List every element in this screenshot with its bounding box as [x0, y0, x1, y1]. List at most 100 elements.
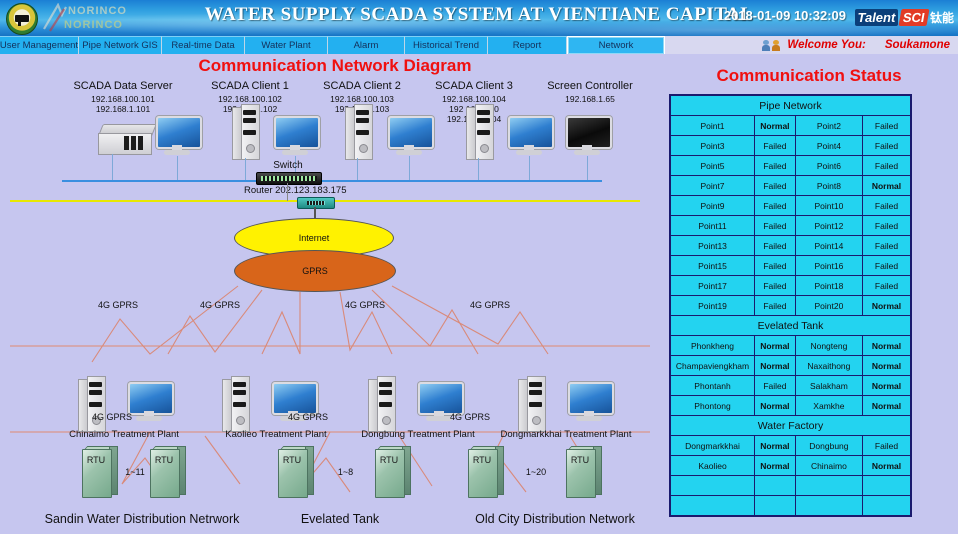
- nav-tab-real-time-data[interactable]: Real-time Data: [162, 36, 245, 54]
- droplink-3: [245, 158, 246, 180]
- status-cell-n1: Phontong: [670, 395, 755, 416]
- status-cell-s1: Failed: [754, 155, 796, 176]
- status-cell-s1: Normal: [754, 455, 796, 476]
- status-cell-s1: Failed: [754, 275, 796, 296]
- status-cell-s2: Failed: [861, 255, 912, 276]
- users-icon: [762, 39, 782, 52]
- status-cell-s2: Failed: [861, 155, 912, 176]
- rtu-label-2: RTU: [282, 455, 302, 465]
- device-plant-kaolieo: [222, 376, 250, 432]
- device-scada-client-1: [232, 104, 260, 160]
- nav-tab-pipe-network-gis[interactable]: Pipe Network GIS: [79, 36, 162, 54]
- status-cell-n1: Point13: [670, 235, 755, 256]
- nav-tab-historical-trend[interactable]: Historical Trend: [405, 36, 488, 54]
- status-cell-s1: [754, 475, 796, 496]
- device-switch: [256, 172, 322, 185]
- droplink-9: [587, 156, 588, 180]
- status-cell-s2: [861, 475, 912, 496]
- status-row: Phontong Normal Xamkhe Normal: [670, 395, 912, 416]
- status-cell-n2: [794, 495, 863, 516]
- status-cell-n1: Phontanh: [670, 375, 755, 396]
- device-rtu-5: RTU: [566, 446, 602, 498]
- status-cell-n1: Point3: [670, 135, 755, 156]
- nav-tab-water-plant[interactable]: Water Plant: [245, 36, 328, 54]
- status-cell-s2: Failed: [861, 435, 912, 456]
- node-label-4: Screen Controller: [547, 80, 633, 92]
- status-cell-s1: Failed: [754, 295, 796, 316]
- main-navigation-bar: User Management Pipe Network GIS Real-time…: [0, 36, 958, 55]
- status-section-header: Evelated Tank: [670, 315, 911, 336]
- gprs-label-lower-1: 4G GPRS: [287, 412, 328, 422]
- node-ip-2-0: 192.168.100.103: [330, 94, 394, 104]
- status-cell-n2: Point6: [794, 155, 863, 176]
- status-cell-n1: Dongmarkkhai: [670, 435, 755, 456]
- status-cell-n1: Point17: [670, 275, 755, 296]
- status-cell-s1: Failed: [754, 195, 796, 216]
- device-screen-controller: [566, 116, 612, 156]
- nav-tab-report[interactable]: Report: [488, 36, 567, 54]
- communication-status-panel: Pipe Network Point1 Normal Point2 Failed Poin…: [669, 94, 912, 517]
- switch-to-wan-link: [287, 183, 288, 201]
- nav-user-area: Welcome You: Soukamone: [630, 36, 958, 54]
- device-rtu-3: RTU: [375, 446, 411, 498]
- logged-in-username: Soukamone: [884, 39, 950, 51]
- status-cell-n2: [794, 475, 863, 496]
- status-cell-n2: Salakham: [794, 375, 863, 396]
- status-cell-n2: Naxaithong: [794, 355, 863, 376]
- status-cell-s2: Failed: [861, 215, 912, 236]
- rtu-range-label-2: 1~20: [525, 467, 547, 477]
- status-cell-n2: Point8: [794, 175, 863, 196]
- device-scada-data-server: [98, 124, 157, 155]
- status-cell-s2: Failed: [861, 135, 912, 156]
- status-row: Phonkheng Normal Nongteng Normal: [670, 335, 912, 356]
- rtu-label-4: RTU: [472, 455, 492, 465]
- status-cell-n2: Point20: [794, 295, 863, 316]
- status-cell-n1: [670, 475, 755, 496]
- droplink-6: [409, 156, 410, 180]
- nav-tab-user-management[interactable]: User Management: [0, 36, 79, 54]
- status-row: Point7 Failed Point8 Normal: [670, 175, 912, 196]
- status-section-header: Water Factory: [670, 415, 911, 436]
- device-router: [297, 197, 335, 209]
- router-label: Router 202.123.183.175: [244, 185, 347, 196]
- status-cell-n1: Point15: [670, 255, 755, 276]
- status-cell-n2: Dongbung: [794, 435, 863, 456]
- droplink-7: [478, 158, 479, 180]
- status-cell-s1: Failed: [754, 175, 796, 196]
- status-row: Point11 Failed Point12 Failed: [670, 215, 912, 236]
- status-cell-n2: Nongteng: [794, 335, 863, 356]
- status-cell-s2: [861, 495, 912, 516]
- status-cell-s2: Failed: [861, 195, 912, 216]
- welcome-label: Welcome You:: [787, 39, 866, 51]
- status-cell-n1: Kaolieo: [670, 455, 755, 476]
- plant-label-2: Dongbung Treatment Plant: [361, 429, 475, 440]
- rtu-label-1: RTU: [154, 455, 174, 465]
- rtu-range-label-1: 1~8: [337, 467, 354, 477]
- status-row: Point3 Failed Point4 Failed: [670, 135, 912, 156]
- nav-tab-list: User Management Pipe Network GIS Real-time…: [0, 36, 665, 55]
- status-cell-s1: Normal: [754, 355, 796, 376]
- status-row: Phontanh Failed Salakham Normal: [670, 375, 912, 396]
- status-cell-s1: [754, 495, 796, 516]
- node-label-3: SCADA Client 3: [435, 80, 513, 92]
- status-cell-s1: Normal: [754, 435, 796, 456]
- status-cell-n2: Chinaimo: [794, 455, 863, 476]
- monitor-scada-client-3: [508, 116, 554, 156]
- monitor-plant-dongmarkkhai: [568, 382, 614, 422]
- status-cell-s2: Failed: [861, 275, 912, 296]
- status-cell-s2: Normal: [861, 375, 912, 396]
- rtu-label-3: RTU: [379, 455, 399, 465]
- device-plant-dongbung: [368, 376, 396, 432]
- diagram-title: Communication Network Diagram: [198, 56, 472, 75]
- status-row: Point5 Failed Point6 Failed: [670, 155, 912, 176]
- status-section-title: Pipe Network: [670, 95, 911, 116]
- status-row: Point19 Failed Point20 Normal: [670, 295, 912, 316]
- status-row: Point9 Failed Point10 Failed: [670, 195, 912, 216]
- status-row: [670, 475, 912, 496]
- status-cell-n1: [670, 495, 755, 516]
- status-cell-n1: Phonkheng: [670, 335, 755, 356]
- status-row: Point1 Normal Point2 Failed: [670, 115, 912, 136]
- nav-tab-alarm[interactable]: Alarm: [328, 36, 405, 54]
- status-cell-s2: Normal: [861, 355, 912, 376]
- status-cell-s1: Failed: [754, 255, 796, 276]
